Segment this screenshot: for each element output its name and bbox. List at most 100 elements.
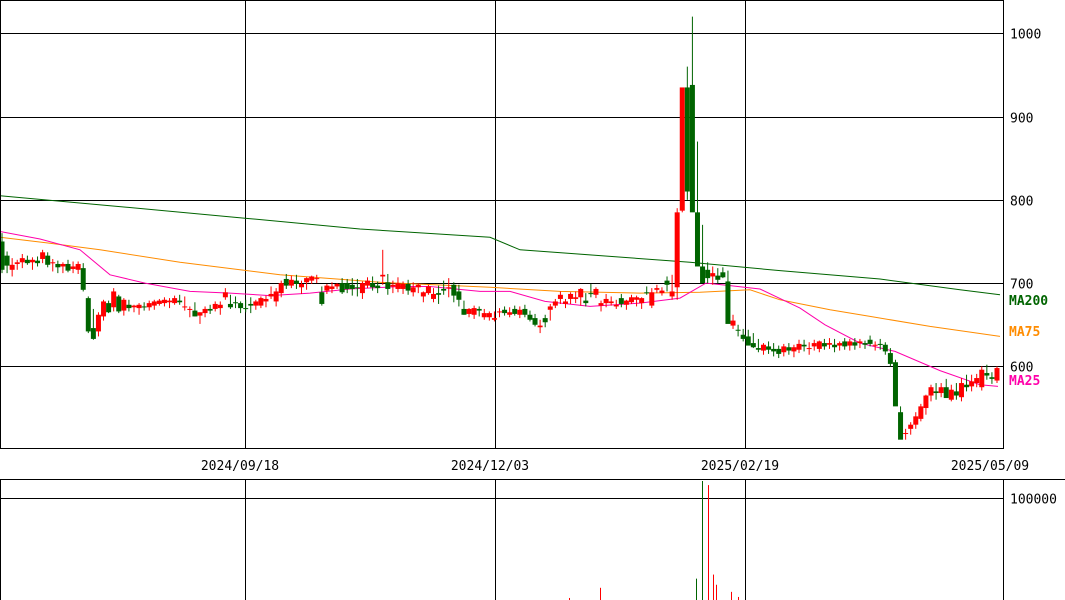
- candle-body: [45, 255, 51, 265]
- candle-body: [613, 304, 619, 307]
- candle-body: [689, 84, 695, 213]
- candle-body: [674, 212, 680, 288]
- candle-body: [161, 299, 167, 304]
- candle-body: [913, 416, 919, 425]
- candle-body: [70, 266, 76, 269]
- candle-body: [95, 314, 101, 332]
- candle-body: [933, 391, 939, 394]
- candle-body: [126, 304, 132, 309]
- candle-body: [390, 284, 396, 287]
- candle-body: [659, 290, 665, 294]
- candle-body: [700, 266, 706, 284]
- candle-body: [852, 342, 858, 346]
- candle-body: [776, 348, 782, 354]
- candle-body: [268, 293, 274, 297]
- candle-body: [948, 389, 954, 400]
- candle-body: [766, 346, 772, 350]
- candle-body: [197, 312, 203, 316]
- candle-body: [542, 318, 548, 323]
- volume-bar: [708, 485, 709, 600]
- candle-body: [684, 87, 690, 192]
- candle-body: [994, 368, 1000, 381]
- candle-body: [278, 283, 284, 294]
- candle-body: [725, 281, 731, 324]
- candle-body: [172, 298, 178, 304]
- y-tick-label: 1000: [1010, 28, 1041, 43]
- candle-body: [801, 344, 807, 347]
- candle-body: [481, 313, 487, 318]
- candle-body: [75, 263, 81, 270]
- candle-body: [811, 343, 817, 347]
- candle-body: [705, 269, 711, 279]
- candle-body: [679, 87, 685, 211]
- volume-bar: [713, 574, 714, 600]
- candle-body: [359, 283, 365, 294]
- y-tick-label: 800: [1010, 195, 1033, 210]
- candle-body: [715, 275, 721, 280]
- candle-body: [730, 320, 736, 326]
- candle-body: [547, 306, 553, 310]
- candle-body: [623, 300, 629, 305]
- candle-body: [253, 301, 259, 306]
- candle-body: [65, 263, 71, 271]
- candle-body: [309, 276, 315, 281]
- candle-body: [634, 297, 640, 300]
- candle-body: [837, 343, 843, 346]
- candle-body: [80, 268, 86, 290]
- candle-body: [573, 297, 579, 299]
- candle-body: [877, 343, 883, 345]
- candle: [892, 359, 898, 407]
- candle-body: [979, 369, 985, 388]
- candle-body: [598, 303, 604, 306]
- candle-body: [908, 424, 914, 429]
- candle-body: [314, 278, 320, 280]
- candle-body: [35, 260, 41, 264]
- y-tick-label: 900: [1010, 112, 1033, 127]
- candle-body: [385, 282, 391, 289]
- candle-body: [395, 283, 401, 289]
- candle-body: [19, 258, 25, 263]
- candle-body: [156, 300, 162, 304]
- candle-body: [826, 343, 832, 345]
- candle-body: [654, 288, 660, 290]
- candle-body: [415, 284, 421, 288]
- candle-body: [288, 279, 294, 286]
- candle-body: [938, 387, 944, 394]
- candle-body: [217, 304, 223, 309]
- candle-body: [882, 344, 888, 352]
- candle-body: [522, 308, 528, 315]
- candle-body: [329, 286, 335, 289]
- candle-body: [299, 283, 305, 288]
- candle: [918, 403, 924, 422]
- candle-body: [816, 341, 822, 349]
- candle-body: [207, 308, 213, 311]
- candle-body: [735, 329, 741, 331]
- candle-body: [755, 348, 761, 350]
- candle-body: [151, 301, 157, 306]
- candle-body: [958, 383, 964, 398]
- candle-body: [898, 412, 904, 440]
- volume-tick-label: 100000: [1010, 493, 1057, 508]
- candle-body: [791, 347, 797, 352]
- candle-body: [903, 433, 909, 435]
- candle-body: [111, 291, 117, 308]
- volume-bar: [731, 591, 732, 600]
- candle-body: [842, 341, 848, 347]
- candle-body: [131, 305, 137, 308]
- candle-body: [502, 309, 508, 314]
- candle-body: [507, 312, 513, 315]
- candle: [979, 366, 985, 391]
- candle-body: [806, 348, 812, 350]
- candle-body: [85, 298, 91, 332]
- candle-body: [354, 287, 360, 289]
- candle-body: [304, 278, 310, 283]
- candle-body: [964, 384, 970, 388]
- candle-body: [222, 292, 228, 298]
- candle-body: [243, 308, 249, 310]
- candle-body: [344, 283, 350, 289]
- candle-body: [847, 341, 853, 346]
- candle-body: [4, 255, 10, 266]
- candle-body: [400, 283, 406, 289]
- candle-body: [608, 301, 614, 304]
- candle-body: [380, 274, 386, 277]
